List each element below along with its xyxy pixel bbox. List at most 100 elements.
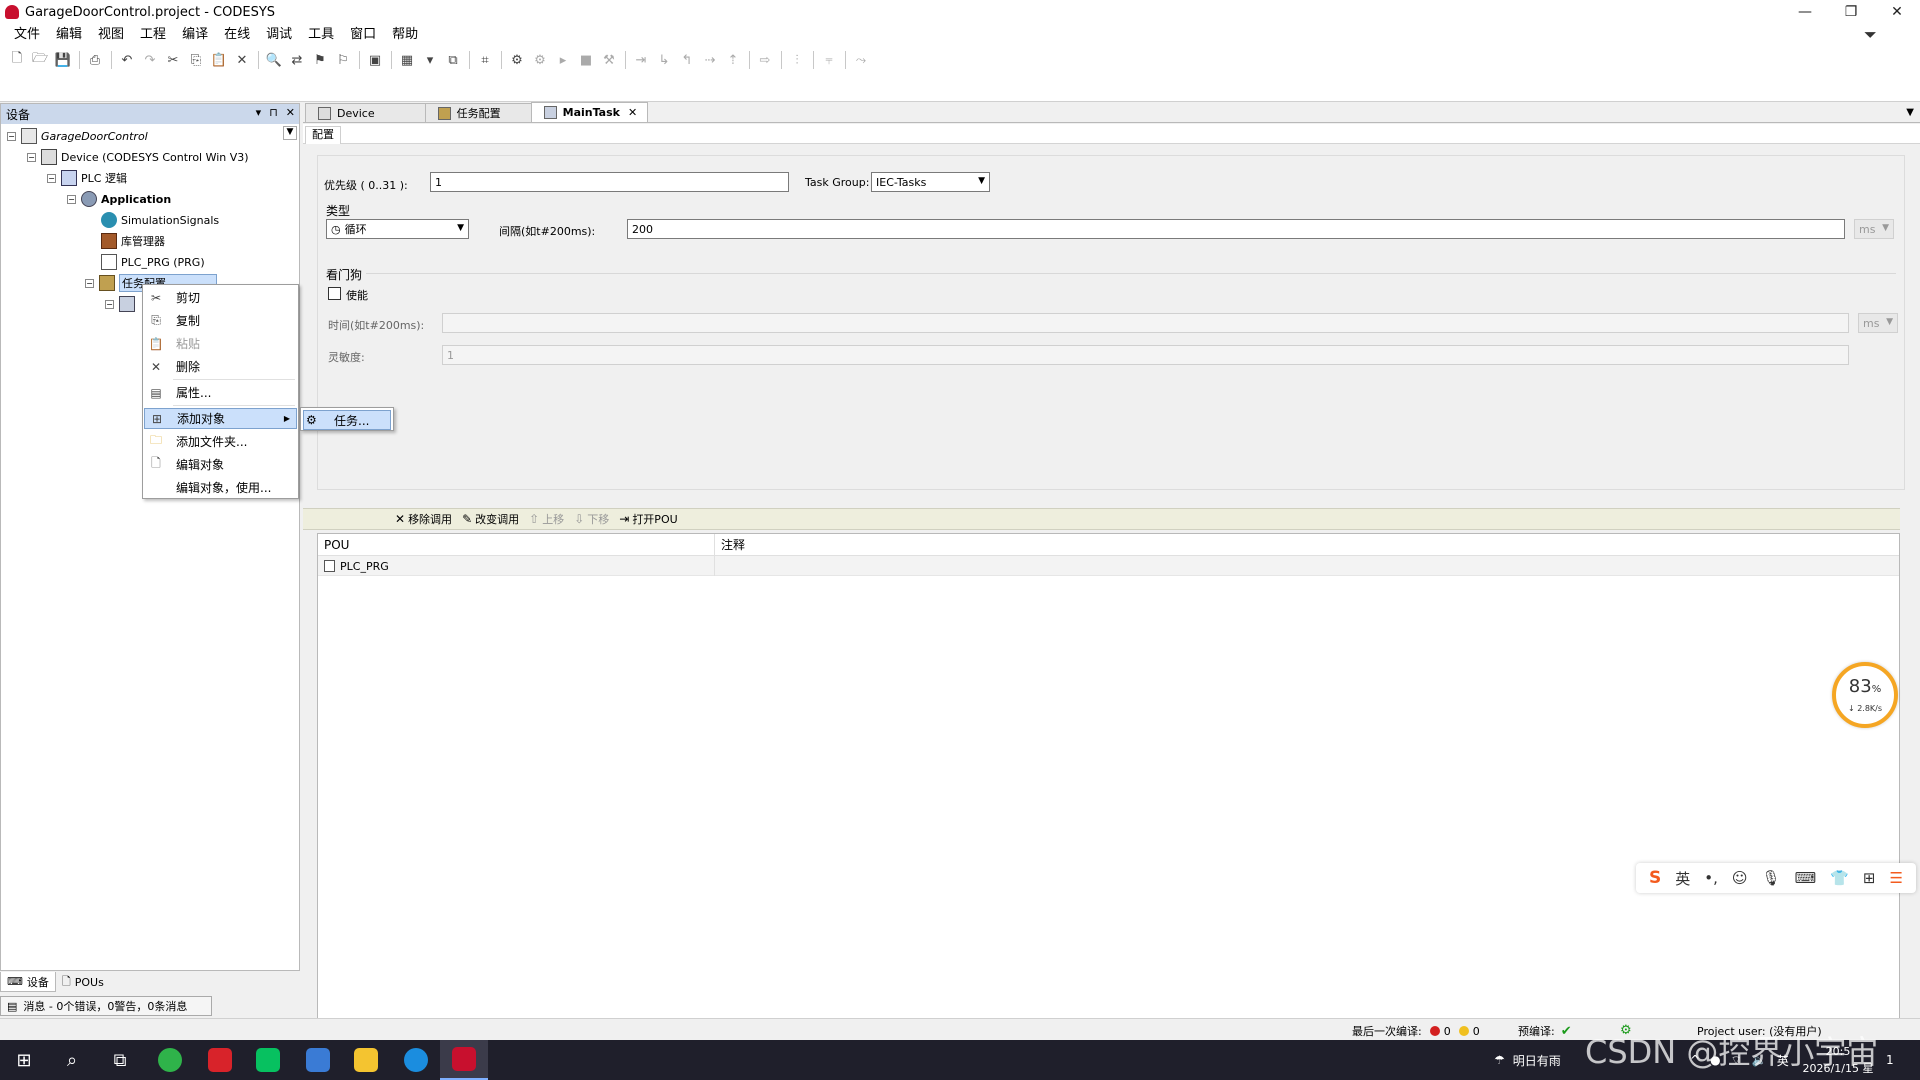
menu-window[interactable]: 窗口 bbox=[342, 24, 384, 46]
menu-debug[interactable]: 调试 bbox=[258, 24, 300, 46]
punctuation-icon[interactable]: •, bbox=[1704, 869, 1718, 887]
change-call-button[interactable]: ✎ 改变调用 bbox=[462, 511, 519, 527]
type-select[interactable]: ◷ 循环 ▼ bbox=[326, 219, 469, 239]
tab-pous[interactable]: 🗋 POUs bbox=[56, 972, 110, 992]
taskbar-app-1[interactable] bbox=[146, 1040, 194, 1080]
search-icon[interactable]: ⌕ bbox=[48, 1040, 96, 1080]
menu-view[interactable]: 视图 bbox=[90, 24, 132, 46]
bookmark-next-icon[interactable]: ⚐ bbox=[332, 49, 354, 71]
network-speed-gauge[interactable]: 83% ↓ 2.8K/s bbox=[1832, 662, 1898, 728]
messages-bar[interactable]: ▤ 消息 - 0个错误，0警告，0条消息 bbox=[0, 996, 212, 1016]
collapse-icon[interactable]: − bbox=[85, 278, 94, 288]
logout-icon[interactable]: ⚙ bbox=[529, 49, 551, 71]
ime-language-toggle[interactable]: 英 bbox=[1675, 868, 1690, 889]
skin-icon[interactable]: 👕 bbox=[1830, 869, 1849, 887]
menu-project[interactable]: 工程 bbox=[132, 24, 174, 46]
collapse-icon[interactable]: − bbox=[47, 173, 56, 183]
submenu-item-task[interactable]: ⚙ 任务... bbox=[303, 410, 391, 430]
reset-icon[interactable]: ⚒ bbox=[598, 49, 620, 71]
menu-item-edit-object[interactable]: 🗋 编辑对象 bbox=[144, 454, 297, 475]
time-unit-select[interactable]: ms ▼ bbox=[1858, 313, 1898, 333]
tab-overflow-icon[interactable]: ▼ bbox=[1906, 107, 1914, 118]
copy-icon[interactable]: ⎘ bbox=[185, 49, 207, 71]
device-tree-icon[interactable]: ▣ bbox=[364, 49, 386, 71]
build-icon[interactable]: ▦ bbox=[396, 49, 418, 71]
menu-edit[interactable]: 编辑 bbox=[48, 24, 90, 46]
menu-online[interactable]: 在线 bbox=[216, 24, 258, 46]
filter-icon[interactable]: ⏷ bbox=[1864, 27, 1880, 43]
collapse-icon[interactable]: − bbox=[105, 299, 114, 309]
tree-node-application[interactable]: − Application bbox=[67, 189, 171, 209]
close-button[interactable]: ✕ bbox=[1874, 0, 1920, 24]
menu-tools[interactable]: 工具 bbox=[300, 24, 342, 46]
build-dropdown-icon[interactable]: ▾ bbox=[419, 49, 441, 71]
cut-icon[interactable]: ✂ bbox=[162, 49, 184, 71]
menu-help[interactable]: 帮助 bbox=[384, 24, 426, 46]
remove-call-button[interactable]: ✕ 移除调用 bbox=[395, 511, 452, 527]
priority-input[interactable] bbox=[430, 172, 789, 192]
taskbar-app-4[interactable] bbox=[294, 1040, 342, 1080]
step-over-icon[interactable]: ⇥ bbox=[630, 49, 652, 71]
toolbox-icon[interactable]: ⊞ bbox=[1863, 869, 1876, 887]
delete-icon[interactable]: ✕ bbox=[231, 49, 253, 71]
paste-icon[interactable]: 📋 bbox=[208, 49, 230, 71]
taskbar-app-explorer[interactable] bbox=[342, 1040, 390, 1080]
task-group-select[interactable]: IEC-Tasks ▼ bbox=[871, 172, 990, 192]
interval-unit-select[interactable]: ms ▼ bbox=[1854, 219, 1894, 239]
column-header-pou[interactable]: POU bbox=[318, 534, 714, 556]
taskbar-app-edge[interactable] bbox=[392, 1040, 440, 1080]
menu-item-add-folder[interactable]: 🗀 添加文件夹... bbox=[144, 431, 297, 452]
collapse-icon[interactable]: − bbox=[7, 131, 16, 141]
column-header-comment[interactable]: 注释 bbox=[714, 534, 1894, 556]
replace-icon[interactable]: ⇄ bbox=[286, 49, 308, 71]
force-values-icon[interactable]: ⫧ bbox=[818, 49, 840, 71]
menu-file[interactable]: 文件 bbox=[6, 24, 48, 46]
table-row[interactable]: PLC_PRG bbox=[318, 556, 1899, 576]
menu-build[interactable]: 编译 bbox=[174, 24, 216, 46]
weather-widget[interactable]: ☂ 明日有雨 bbox=[1494, 1040, 1561, 1080]
step-out-icon[interactable]: ↰ bbox=[676, 49, 698, 71]
microphone-icon[interactable]: 🎙 bbox=[1762, 869, 1781, 887]
sogou-logo-icon[interactable]: S bbox=[1649, 868, 1661, 888]
tree-node-library[interactable]: 库管理器 bbox=[101, 231, 165, 251]
save-icon[interactable]: 💾 bbox=[52, 49, 74, 71]
watchdog-enable-checkbox[interactable] bbox=[328, 287, 341, 300]
sensitivity-input[interactable] bbox=[442, 345, 1849, 365]
taskbar-app-codesys[interactable] bbox=[440, 1040, 488, 1080]
set-next-statement-icon[interactable]: ⇡ bbox=[722, 49, 744, 71]
tree-node-plc-logic[interactable]: − PLC 逻辑 bbox=[47, 168, 127, 188]
print-icon[interactable]: ⎙ bbox=[84, 49, 106, 71]
tab-task-config[interactable]: 任务配置 bbox=[424, 103, 532, 122]
tab-device[interactable]: Device bbox=[305, 103, 426, 122]
panel-close-icon[interactable]: ✕ bbox=[286, 106, 295, 119]
watchdog-time-input[interactable] bbox=[442, 313, 1849, 333]
notification-center[interactable]: 1 bbox=[1886, 1040, 1894, 1080]
move-down-button[interactable]: ⇩ 下移 bbox=[574, 511, 609, 527]
taskbar-app-wechat[interactable] bbox=[244, 1040, 292, 1080]
step-into-icon[interactable]: ↳ bbox=[653, 49, 675, 71]
start-icon[interactable]: ▸ bbox=[552, 49, 574, 71]
menu-item-add-object[interactable]: ⊞ 添加对象 ▶ bbox=[144, 408, 297, 429]
menu-item-paste[interactable]: 📋 粘贴 bbox=[144, 333, 297, 354]
keyboard-icon[interactable]: ⌨ bbox=[1795, 869, 1817, 887]
menu-item-copy[interactable]: ⎘ 复制 bbox=[144, 310, 297, 331]
interval-input[interactable] bbox=[627, 219, 1845, 239]
start-button[interactable]: ⊞ bbox=[0, 1040, 48, 1080]
open-pou-button[interactable]: ⇥ 打开POU bbox=[619, 511, 677, 527]
collapse-icon[interactable]: − bbox=[67, 194, 76, 204]
find-icon[interactable]: 🔍 bbox=[263, 49, 285, 71]
tree-node-maintask[interactable]: − bbox=[105, 294, 139, 314]
active-application-icon[interactable]: ⌗ bbox=[474, 49, 496, 71]
menu-item-edit-object-with[interactable]: 编辑对象，使用... bbox=[144, 477, 297, 498]
tree-node-project[interactable]: − GarageDoorControl bbox=[7, 126, 148, 146]
restore-button[interactable]: ❐ bbox=[1828, 0, 1874, 24]
collapse-icon[interactable]: − bbox=[27, 152, 36, 162]
redo-icon[interactable]: ↷ bbox=[139, 49, 161, 71]
stop-icon[interactable]: ■ bbox=[575, 49, 597, 71]
subtab-config[interactable]: 配置 bbox=[305, 126, 341, 144]
run-to-cursor-icon[interactable]: ⇢ bbox=[699, 49, 721, 71]
close-tab-icon[interactable]: ✕ bbox=[628, 106, 637, 119]
menu-item-properties[interactable]: ▤ 属性... bbox=[144, 382, 297, 403]
emoji-icon[interactable]: ☺ bbox=[1732, 869, 1748, 887]
write-values-icon[interactable]: ⫶ bbox=[786, 49, 808, 71]
